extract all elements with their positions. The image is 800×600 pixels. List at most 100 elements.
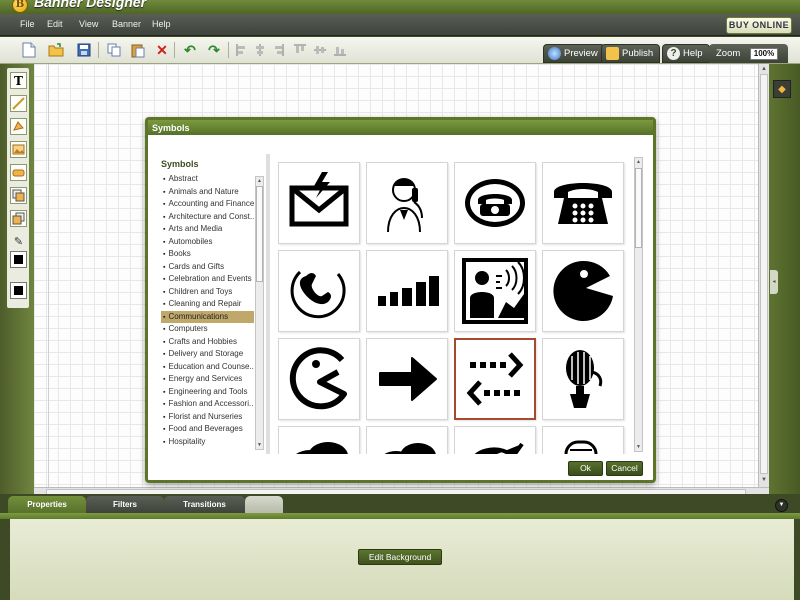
- stroke-color-icon[interactable]: [10, 282, 27, 299]
- scroll-thumb[interactable]: [760, 74, 768, 474]
- chomping-circle-symbol[interactable]: [542, 250, 624, 332]
- category-item[interactable]: Food and Beverages: [161, 423, 254, 436]
- copy-icon[interactable]: [106, 42, 122, 58]
- expand-panel-icon[interactable]: ◂: [770, 270, 778, 294]
- align-top-icon[interactable]: [292, 42, 308, 58]
- scroll-thumb[interactable]: [635, 168, 642, 248]
- category-item[interactable]: Automobiles: [161, 236, 254, 249]
- edit-background-button[interactable]: Edit Background: [358, 549, 442, 565]
- paste-icon[interactable]: [130, 42, 146, 58]
- canvas-border: [48, 64, 49, 487]
- category-item[interactable]: Books: [161, 248, 254, 261]
- scroll-down-icon[interactable]: ▼: [760, 476, 768, 484]
- scroll-up-icon[interactable]: ▲: [760, 65, 768, 73]
- rotary-phone-badge-symbol[interactable]: [454, 162, 536, 244]
- text-tool-icon[interactable]: T: [10, 72, 27, 89]
- category-item[interactable]: Accounting and Finance: [161, 198, 254, 211]
- category-item[interactable]: Arts and Media: [161, 223, 254, 236]
- category-item[interactable]: Fashion and Accessori...: [161, 398, 254, 411]
- speech-bubbles-symbol[interactable]: [278, 426, 360, 454]
- hand-writing-symbol[interactable]: [454, 426, 536, 454]
- vintage-microphone-symbol[interactable]: [542, 338, 624, 420]
- align-bottom-icon[interactable]: [332, 42, 348, 58]
- canvas-vertical-scrollbar[interactable]: ▲ ▼: [758, 64, 769, 487]
- scroll-up-icon[interactable]: ▲: [256, 177, 263, 185]
- microphone-symbol[interactable]: [542, 426, 624, 454]
- save-icon[interactable]: [76, 42, 92, 58]
- right-arrow-symbol[interactable]: [366, 338, 448, 420]
- category-item[interactable]: Education and Counse...: [161, 361, 254, 374]
- speech-bubbles-symbol-2[interactable]: [366, 426, 448, 454]
- align-center-icon[interactable]: [252, 42, 268, 58]
- category-item[interactable]: Hospitality: [161, 436, 254, 449]
- shape-tool-icon[interactable]: [10, 118, 27, 135]
- toolbar: ✕ ↶ ↷ Preview Publish ? Help: [0, 37, 800, 64]
- help-button[interactable]: ? Help: [662, 44, 710, 63]
- toolbar-separator: [98, 42, 99, 58]
- dotted-arrows-symbol[interactable]: [454, 338, 536, 420]
- buy-online-button[interactable]: BUY ONLINE: [726, 17, 792, 34]
- zoom-input[interactable]: 100%: [750, 48, 778, 60]
- symbol-grid-scrollbar[interactable]: ▲ ▼: [634, 157, 643, 452]
- category-list: AbstractAnimals and NatureAccounting and…: [161, 173, 254, 451]
- category-item[interactable]: Abstract: [161, 173, 254, 186]
- category-item[interactable]: Engineering and Tools: [161, 386, 254, 399]
- scroll-thumb[interactable]: [256, 186, 263, 282]
- tab-transitions[interactable]: Transitions: [164, 496, 245, 513]
- category-item[interactable]: Communications: [161, 310, 254, 323]
- layer-tool-icon[interactable]: [10, 187, 27, 204]
- preview-button[interactable]: Preview: [543, 44, 605, 63]
- category-item[interactable]: Delivery and Storage: [161, 348, 254, 361]
- menu-help[interactable]: Help: [152, 19, 171, 29]
- pacman-outline-symbol[interactable]: [278, 338, 360, 420]
- symbols-dialog: Symbols Symbols AbstractAnimals and Natu…: [145, 117, 656, 483]
- man-on-phone-symbol[interactable]: [366, 162, 448, 244]
- category-item[interactable]: Cleaning and Repair: [161, 298, 254, 311]
- menu-edit[interactable]: Edit: [47, 19, 63, 29]
- image-tool-icon[interactable]: [10, 141, 27, 158]
- redo-icon[interactable]: ↷: [206, 42, 222, 58]
- category-item[interactable]: Florist and Nurseries: [161, 411, 254, 424]
- signal-bars-symbol[interactable]: [366, 250, 448, 332]
- menu-view[interactable]: View: [79, 19, 98, 29]
- category-item[interactable]: Energy and Services: [161, 373, 254, 386]
- category-item[interactable]: Cards and Gifts: [161, 261, 254, 274]
- undo-icon[interactable]: ↶: [182, 42, 198, 58]
- layers-panel-icon[interactable]: ◆: [773, 80, 791, 98]
- category-item[interactable]: Children and Toys: [161, 286, 254, 299]
- scroll-down-icon[interactable]: ▼: [635, 443, 642, 451]
- person-speaking-symbol[interactable]: [454, 250, 536, 332]
- envelope-lightning-symbol[interactable]: [278, 162, 360, 244]
- phone-handset-circle-symbol[interactable]: [278, 250, 360, 332]
- menu-file[interactable]: File: [20, 19, 35, 29]
- category-item[interactable]: Architecture and Const...: [161, 211, 254, 224]
- scroll-up-icon[interactable]: ▲: [635, 158, 642, 166]
- desk-phone-symbol[interactable]: [542, 162, 624, 244]
- category-item[interactable]: Animals and Nature: [161, 186, 254, 199]
- category-list-scrollbar[interactable]: ▲ ▼: [255, 176, 264, 450]
- delete-icon[interactable]: ✕: [154, 42, 170, 58]
- align-middle-icon[interactable]: [312, 42, 328, 58]
- category-item[interactable]: Computers: [161, 323, 254, 336]
- pen-icon[interactable]: ✎: [10, 233, 27, 250]
- new-file-icon[interactable]: [21, 42, 37, 58]
- line-tool-icon[interactable]: [10, 95, 27, 112]
- open-folder-icon[interactable]: [48, 42, 64, 58]
- menu-banner[interactable]: Banner: [112, 19, 141, 29]
- category-item[interactable]: Celebration and Events: [161, 273, 254, 286]
- button-tool-icon[interactable]: [10, 164, 27, 181]
- category-item[interactable]: Crafts and Hobbies: [161, 336, 254, 349]
- ok-button[interactable]: Ok: [568, 461, 603, 476]
- align-left-icon[interactable]: [234, 42, 250, 58]
- collapse-panel-icon[interactable]: ▼: [775, 499, 788, 512]
- scroll-down-icon[interactable]: ▼: [256, 441, 263, 449]
- tab-filters[interactable]: Filters: [86, 496, 164, 513]
- tab-empty: [245, 496, 283, 513]
- layer-order-icon[interactable]: [10, 210, 27, 227]
- tab-properties[interactable]: Properties: [8, 496, 86, 513]
- fill-color-icon[interactable]: [10, 251, 27, 268]
- help-label: Help: [683, 47, 703, 59]
- publish-button[interactable]: Publish: [601, 44, 661, 63]
- cancel-button[interactable]: Cancel: [606, 461, 643, 476]
- align-right-icon[interactable]: [270, 42, 286, 58]
